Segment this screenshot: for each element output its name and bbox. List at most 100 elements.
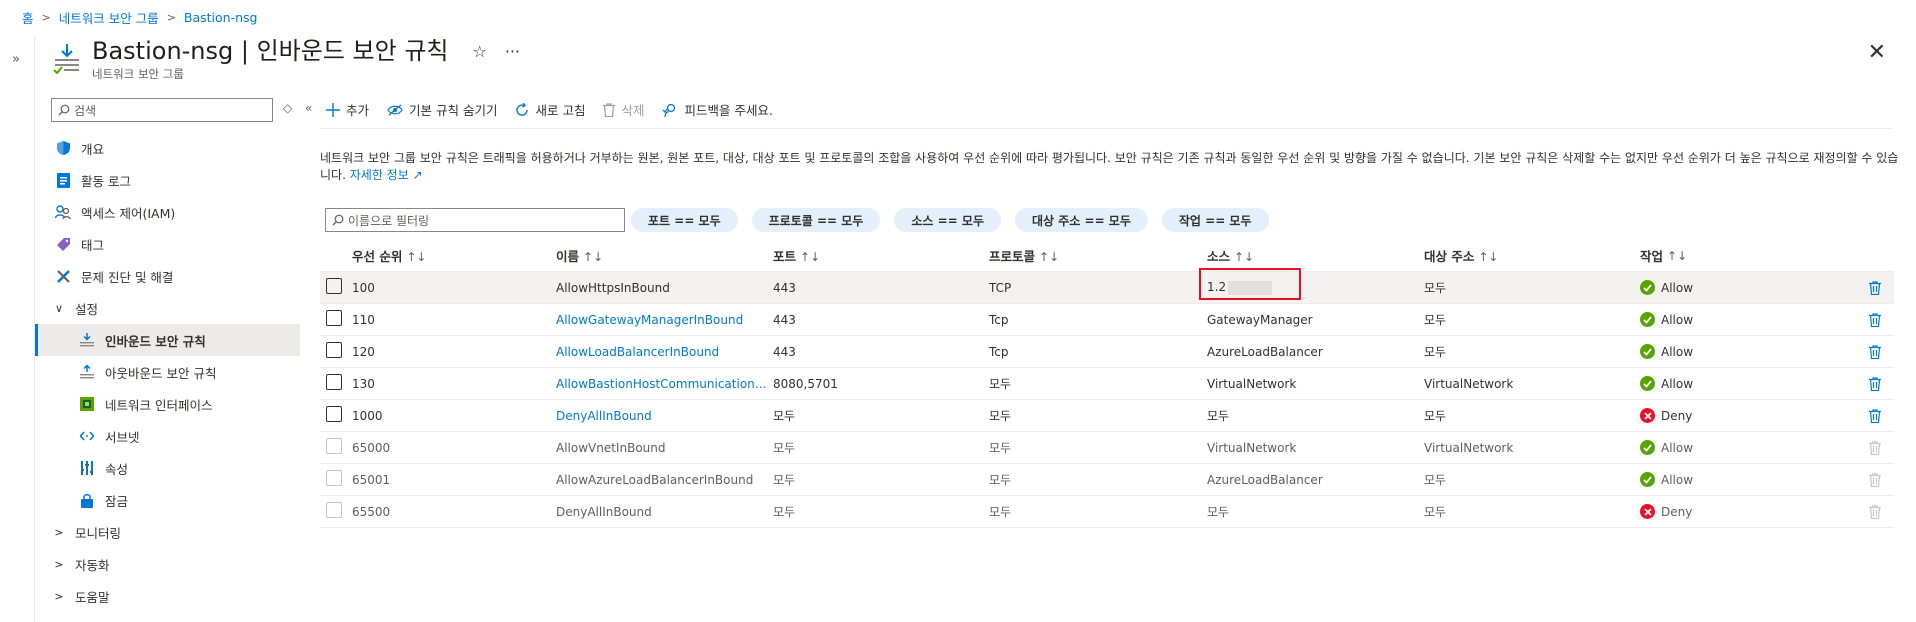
sidebar-item-label: 서브넷 — [105, 429, 140, 445]
column-header-action[interactable]: 작업 ↑↓ — [1640, 246, 1860, 265]
refresh-button[interactable]: 새로 고침 — [515, 100, 585, 119]
table-row[interactable]: 1000 DenyAllInBound 모두 모두 모두 모두 Deny — [320, 400, 1894, 432]
row-checkbox[interactable] — [326, 374, 342, 390]
breadcrumb-home[interactable]: 홈 — [22, 8, 34, 27]
action-value: Deny — [1661, 408, 1693, 423]
error-circle-icon — [1640, 408, 1655, 423]
sidebar-group-automation[interactable]: > 자동화 — [35, 548, 300, 580]
search-placeholder: 검색 — [74, 103, 97, 118]
sidebar-item-inbound-rules[interactable]: 인바운드 보안 규칙 — [35, 324, 300, 356]
table-row[interactable]: 120 AllowLoadBalancerInBound 443 Tcp AzureLo… — [320, 336, 1894, 368]
sidebar-item-outbound-rules[interactable]: 아웃바운드 보안 규칙 — [35, 356, 300, 388]
action-value: Allow — [1661, 376, 1694, 391]
sort-toggle-icon[interactable]: ◇ — [283, 101, 292, 115]
check-circle-icon — [1640, 312, 1655, 327]
filter-bar: 이름으로 필터링 포트 == 모두 프로토콜 == 모두 소스 == 모두 대상… — [325, 208, 1283, 232]
rule-name-cell[interactable]: DenyAllInBound — [556, 409, 773, 423]
feedback-button[interactable]: 피드백을 주세요. — [662, 100, 773, 119]
sidebar-item-activity-log[interactable]: 활동 로그 — [35, 164, 300, 196]
sidebar-item-properties[interactable]: 속성 — [35, 452, 300, 484]
subnet-icon — [79, 428, 95, 444]
sidebar-item-iam[interactable]: 액세스 제어(IAM) — [35, 196, 300, 228]
column-header-name[interactable]: 이름 ↑↓ — [556, 246, 773, 265]
sort-icon: ↑↓ — [800, 250, 821, 264]
delete-row-button[interactable] — [1860, 376, 1890, 391]
row-checkbox[interactable] — [326, 278, 342, 294]
sidebar-group-settings[interactable]: ∨ 설정 — [35, 292, 300, 324]
highlight-box — [1199, 268, 1301, 301]
sidebar-group-monitoring[interactable]: > 모니터링 — [35, 516, 300, 548]
search-icon — [332, 214, 344, 226]
column-header-port[interactable]: 포트 ↑↓ — [773, 246, 989, 265]
breadcrumb-nsg[interactable]: 네트워크 보안 그룹 — [59, 8, 159, 27]
expand-menu-icon[interactable]: » — [12, 52, 20, 67]
trash-icon — [1869, 344, 1881, 359]
sidebar-item-network-interfaces[interactable]: 네트워크 인터페이스 — [35, 388, 300, 420]
protocol-cell: Tcp — [989, 312, 1009, 327]
filter-pill-source[interactable]: 소스 == 모두 — [894, 208, 1001, 232]
filter-pill-action[interactable]: 작업 == 모두 — [1161, 208, 1269, 232]
filter-pill-port[interactable]: 포트 == 모두 — [631, 208, 738, 232]
sidebar-item-diagnose[interactable]: 문제 진단 및 해결 — [35, 260, 300, 292]
close-icon[interactable]: ✕ — [1868, 40, 1886, 65]
sidebar-item-label: 모니터링 — [75, 525, 122, 541]
table-row[interactable]: 65500 DenyAllInBound 모두 모두 모두 모두 Deny — [320, 496, 1894, 528]
sidebar-item-overview[interactable]: 개요 — [35, 132, 300, 164]
filter-pill-protocol[interactable]: 프로토콜 == 모두 — [751, 208, 881, 232]
delete-row-button[interactable] — [1860, 408, 1890, 423]
priority-cell: 120 — [352, 344, 375, 359]
sidebar-item-tags[interactable]: 태그 — [35, 228, 300, 260]
column-header-source[interactable]: 소스 ↑↓ — [1207, 246, 1424, 265]
table-row[interactable]: 130 AllowBastionHostCommunication… 8080,57… — [320, 368, 1894, 400]
breadcrumb-resource[interactable]: Bastion-nsg — [184, 10, 258, 25]
ellipsis-icon[interactable]: ··· — [505, 42, 520, 61]
hide-default-rules-button[interactable]: 기본 규칙 숨기기 — [387, 100, 497, 119]
sidebar-item-label: 아웃바운드 보안 규칙 — [105, 365, 217, 381]
name-filter-input[interactable]: 이름으로 필터링 — [325, 208, 625, 232]
column-header-priority[interactable]: 우선 순위 ↑↓ — [320, 246, 556, 265]
sidebar-item-label: 자동화 — [75, 557, 110, 573]
learn-more-link[interactable]: 자세한 정보 ↗ — [350, 168, 423, 182]
lock-icon — [79, 492, 95, 508]
filter-pill-destination[interactable]: 대상 주소 == 모두 — [1015, 208, 1148, 232]
add-button[interactable]: 추가 — [326, 100, 369, 119]
sidebar-group-help[interactable]: > 도움말 — [35, 580, 300, 612]
priority-cell: 110 — [352, 312, 375, 327]
column-header-destination[interactable]: 대상 주소 ↑↓ — [1424, 246, 1640, 265]
sidebar-item-locks[interactable]: 잠금 — [35, 484, 300, 516]
sort-icon: ↑↓ — [1234, 250, 1255, 264]
table-row[interactable]: 110 AllowGatewayManagerInBound 443 Tcp Gatew… — [320, 304, 1894, 336]
delete-button[interactable]: 삭제 — [603, 100, 644, 119]
search-icon — [58, 104, 70, 116]
row-checkbox — [326, 502, 342, 518]
sidebar-item-label: 도움말 — [75, 589, 110, 605]
row-checkbox[interactable] — [326, 406, 342, 422]
rule-name-cell[interactable]: AllowLoadBalancerInBound — [556, 345, 773, 359]
port-cell: 모두 — [773, 409, 796, 423]
sidebar-search-input[interactable]: 검색 — [51, 98, 273, 122]
action-value: Allow — [1661, 312, 1694, 327]
check-circle-icon — [1640, 440, 1655, 455]
protocol-cell: 모두 — [989, 409, 1012, 423]
delete-row-button[interactable] — [1860, 312, 1890, 327]
collapse-icon[interactable]: « — [305, 101, 312, 115]
rule-name-cell[interactable]: AllowBastionHostCommunication… — [556, 377, 773, 391]
chevron-down-icon: ∨ — [54, 301, 64, 315]
table-row[interactable]: 65000 AllowVnetInBound 모두 모두 VirtualNetwork V… — [320, 432, 1894, 464]
destination-cell: 모두 — [1424, 473, 1447, 487]
star-icon[interactable]: ☆ — [473, 42, 487, 61]
table-row[interactable]: 65001 AllowAzureLoadBalancerInBound 모두 모두 Az… — [320, 464, 1894, 496]
chevron-right-icon: > — [54, 589, 64, 603]
table-row[interactable]: 100 AllowHttpsInBound 443 TCP 1.2 모두 Allow — [320, 268, 1894, 304]
sidebar-item-subnets[interactable]: 서브넷 — [35, 420, 300, 452]
protocol-cell: 모두 — [989, 473, 1012, 487]
delete-row-button[interactable] — [1860, 280, 1890, 295]
rule-name-cell[interactable]: AllowGatewayManagerInBound — [556, 313, 773, 327]
row-checkbox[interactable] — [326, 342, 342, 358]
properties-icon — [79, 460, 95, 476]
rules-table: 우선 순위 ↑↓ 이름 ↑↓ 포트 ↑↓ 프로토콜 ↑↓ 소스 ↑↓ 대상 주소 ↑↓ 작업… — [320, 240, 1894, 528]
delete-row-button[interactable] — [1860, 344, 1890, 359]
row-checkbox[interactable] — [326, 310, 342, 326]
sidebar-nav: 개요 활동 로그 액세스 제어(IAM) 태그 문제 진단 및 해결 ∨ 설정 … — [35, 132, 300, 612]
column-header-protocol[interactable]: 프로토콜 ↑↓ — [989, 246, 1207, 265]
